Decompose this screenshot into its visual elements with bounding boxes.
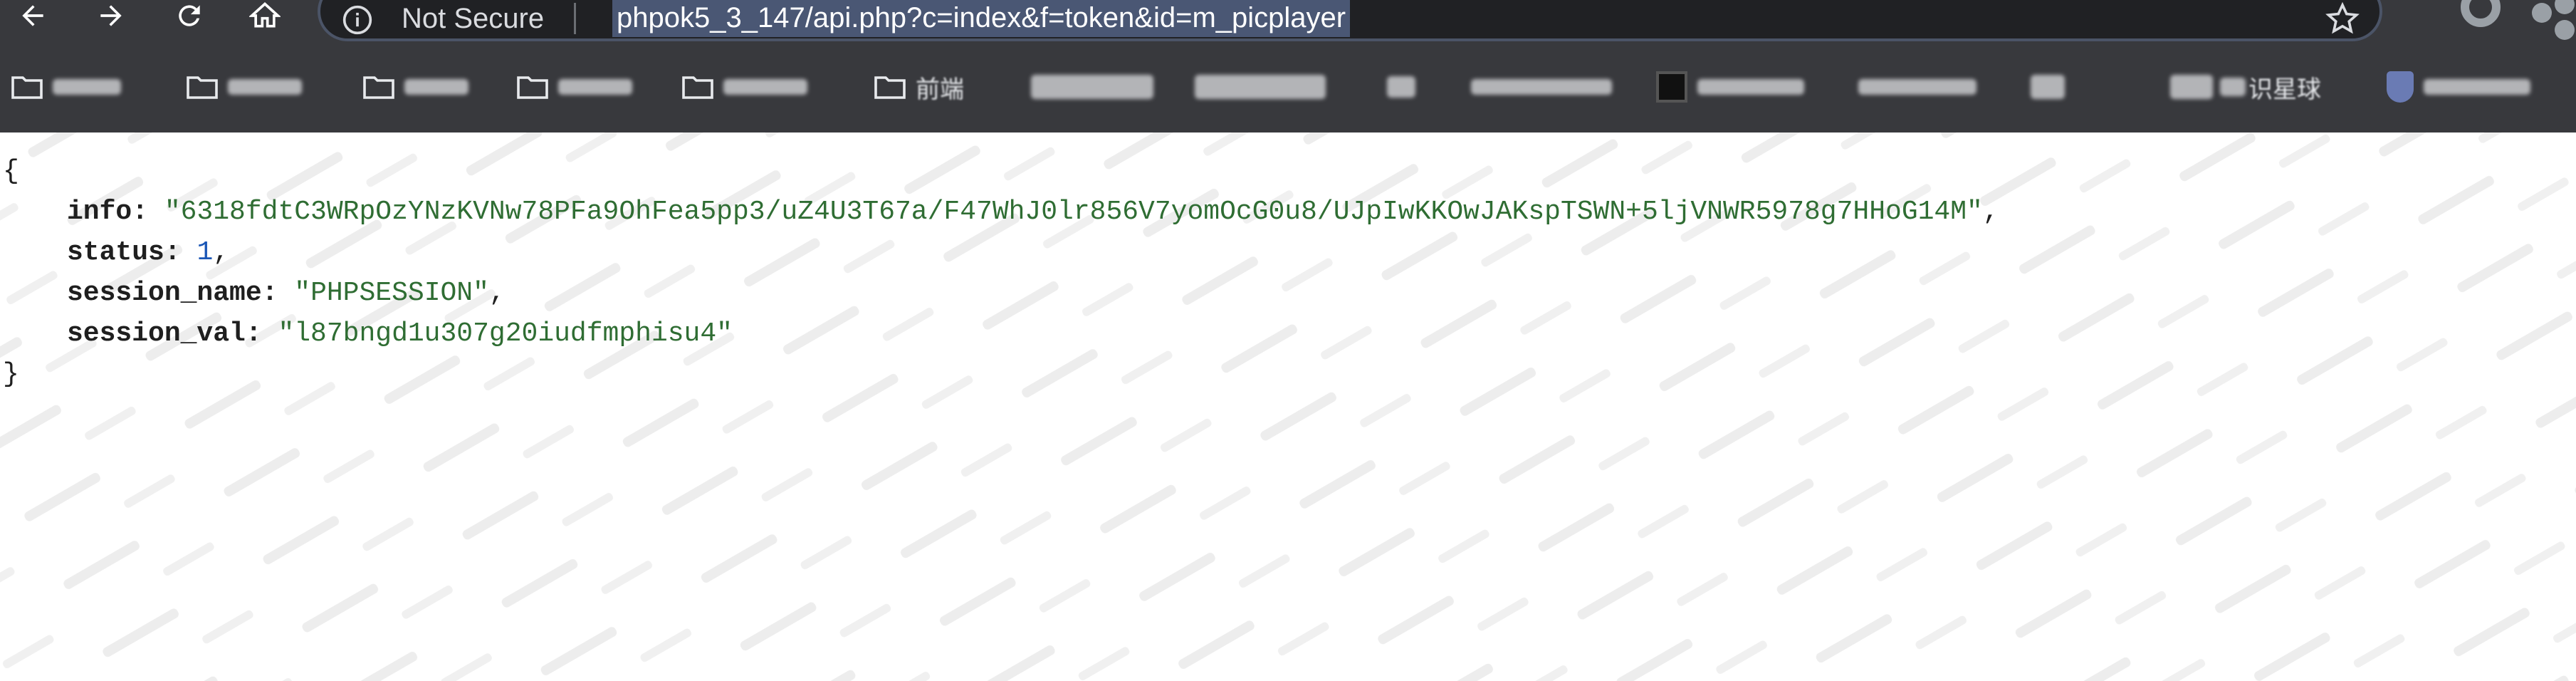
folder-icon bbox=[682, 76, 713, 99]
bookmark-label-blurred bbox=[1195, 75, 1326, 99]
bookmark-label-blurred bbox=[228, 79, 302, 95]
json-line-session-val: session_val: "l87bngd1u307g20iudfmphisu4… bbox=[67, 318, 733, 349]
bookmark-label-blurred bbox=[1387, 76, 1415, 98]
bookmark-item[interactable] bbox=[1387, 71, 1415, 103]
bookmark-folder[interactable] bbox=[517, 71, 632, 103]
security-label[interactable]: Not Secure bbox=[402, 1, 544, 36]
bookmark-item[interactable] bbox=[2387, 71, 2530, 103]
site-favicon bbox=[1656, 71, 1687, 103]
json-line: { bbox=[0, 151, 1999, 192]
reload-button[interactable] bbox=[169, 0, 209, 31]
close-brace: } bbox=[3, 359, 19, 390]
bookmark-folder[interactable] bbox=[11, 71, 121, 103]
bookmark-item-zsxq[interactable]: 识星球 bbox=[2170, 71, 2321, 104]
bookmark-item[interactable] bbox=[1195, 71, 1326, 103]
json-key: session_val bbox=[67, 318, 246, 349]
bookmark-label-blurred bbox=[2220, 78, 2246, 96]
forward-button[interactable] bbox=[91, 0, 131, 31]
bookmark-folder[interactable] bbox=[682, 71, 807, 103]
bookmark-item[interactable] bbox=[2031, 71, 2065, 103]
bookmark-label-blurred bbox=[2424, 79, 2530, 95]
reload-icon bbox=[179, 5, 200, 26]
json-string-value: "6318fdtC3WRpOzYNzKVNw78PFa9OhFea5pp3/uZ… bbox=[164, 197, 1983, 227]
bookmark-label-blurred bbox=[723, 79, 807, 95]
bookmark-label: 识星球 bbox=[2248, 75, 2321, 104]
folder-icon bbox=[517, 76, 548, 99]
folder-icon bbox=[187, 76, 218, 99]
json-line-session-name: session_name: "PHPSESSION", bbox=[67, 278, 506, 308]
json-line: } bbox=[0, 354, 1999, 395]
folder-icon bbox=[874, 76, 906, 99]
browser-toolbar: Not Secure phpok5_3_147/api.php?c=index&… bbox=[0, 0, 2576, 46]
json-key: status bbox=[67, 237, 164, 268]
json-response: { info: "6318fdtC3WRpOzYNzKVNw78PFa9OhFe… bbox=[0, 151, 1999, 395]
bookmark-label-blurred bbox=[404, 79, 468, 95]
bookmark-label-blurred bbox=[1697, 79, 1804, 95]
extension-icon[interactable] bbox=[2528, 0, 2576, 43]
bookmark-item[interactable] bbox=[1858, 71, 1976, 103]
json-key: session_name bbox=[67, 278, 262, 308]
bookmark-folder[interactable] bbox=[187, 71, 302, 103]
json-string-value: "l87bngd1u307g20iudfmphisu4" bbox=[278, 318, 733, 349]
json-string-value: "PHPSESSION" bbox=[294, 278, 489, 308]
open-brace: { bbox=[3, 156, 19, 187]
bookmark-item[interactable] bbox=[1031, 71, 1153, 103]
profile-icon[interactable] bbox=[2461, 0, 2501, 27]
bookmarks-bar: 前端 识星球 bbox=[0, 63, 2576, 114]
bookmark-label-blurred bbox=[1858, 79, 1976, 95]
url-text[interactable]: phpok5_3_147/api.php?c=index&f=token&id=… bbox=[612, 0, 1351, 37]
bookmark-label: 前端 bbox=[916, 75, 964, 104]
home-icon bbox=[249, 2, 281, 28]
info-icon[interactable] bbox=[342, 4, 373, 36]
bookmark-label-blurred bbox=[1031, 75, 1153, 99]
site-favicon bbox=[2170, 75, 2213, 99]
folder-icon bbox=[11, 76, 43, 99]
json-key: info bbox=[67, 197, 132, 227]
back-icon bbox=[22, 5, 43, 26]
home-button[interactable] bbox=[245, 0, 285, 31]
address-bar[interactable]: Not Secure phpok5_3_147/api.php?c=index&… bbox=[318, 0, 2382, 41]
bookmark-label-blurred bbox=[2031, 75, 2065, 99]
bookmark-label-blurred bbox=[558, 79, 632, 95]
json-number-value: 1 bbox=[197, 237, 214, 268]
bookmark-label-blurred bbox=[1471, 79, 1612, 95]
bookmark-item[interactable] bbox=[1656, 71, 1804, 103]
page-content: { info: "6318fdtC3WRpOzYNzKVNw78PFa9OhFe… bbox=[0, 132, 2576, 681]
bookmark-folder[interactable] bbox=[363, 71, 468, 103]
bookmark-folder-frontend[interactable]: 前端 bbox=[874, 71, 964, 104]
shield-icon bbox=[2387, 71, 2414, 103]
forward-icon bbox=[100, 5, 122, 26]
folder-icon bbox=[363, 76, 394, 99]
bookmark-item[interactable] bbox=[1471, 71, 1612, 103]
browser-chrome: Not Secure phpok5_3_147/api.php?c=index&… bbox=[0, 0, 2576, 132]
back-button[interactable] bbox=[13, 0, 53, 31]
json-line-info: info: "6318fdtC3WRpOzYNzKVNw78PFa9OhFea5… bbox=[67, 197, 1999, 227]
address-divider bbox=[574, 3, 576, 34]
bookmark-label-blurred bbox=[53, 79, 121, 95]
json-line-status: status: 1, bbox=[67, 237, 230, 268]
star-icon[interactable] bbox=[2325, 1, 2360, 36]
